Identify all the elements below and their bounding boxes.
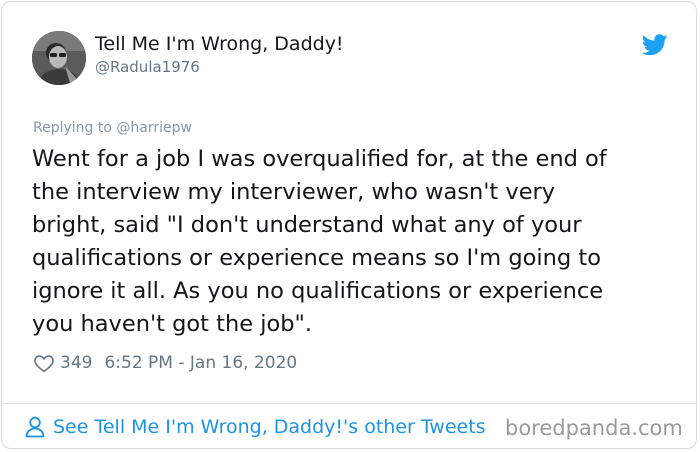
person-icon: [25, 416, 45, 438]
user-avatar-icon: [32, 31, 86, 85]
user-handle[interactable]: @Radula1976: [95, 58, 200, 76]
heart-icon[interactable]: [33, 352, 55, 374]
replying-to-label: Replying to: [33, 120, 117, 136]
tweet-timestamp[interactable]: 6:52 PM - Jan 16, 2020: [104, 353, 297, 373]
avatar[interactable]: [32, 31, 86, 85]
replying-to: Replying to @harriepw: [33, 120, 192, 136]
tweet-meta: 349 6:52 PM - Jan 16, 2020: [33, 351, 297, 375]
twitter-bird-icon[interactable]: [642, 34, 668, 56]
divider: [1, 403, 697, 404]
reply-mention-link[interactable]: @harriepw: [116, 120, 192, 136]
see-other-tweets-link[interactable]: See Tell Me I'm Wrong, Daddy!'s other Tw…: [25, 414, 486, 440]
watermark: boredpanda.com: [505, 416, 683, 440]
see-other-tweets-label: See Tell Me I'm Wrong, Daddy!'s other Tw…: [53, 416, 486, 438]
tweet-text: Went for a job I was overqualified for, …: [32, 146, 607, 337]
like-count[interactable]: 349: [60, 353, 92, 373]
display-name[interactable]: Tell Me I'm Wrong, Daddy!: [95, 33, 344, 55]
